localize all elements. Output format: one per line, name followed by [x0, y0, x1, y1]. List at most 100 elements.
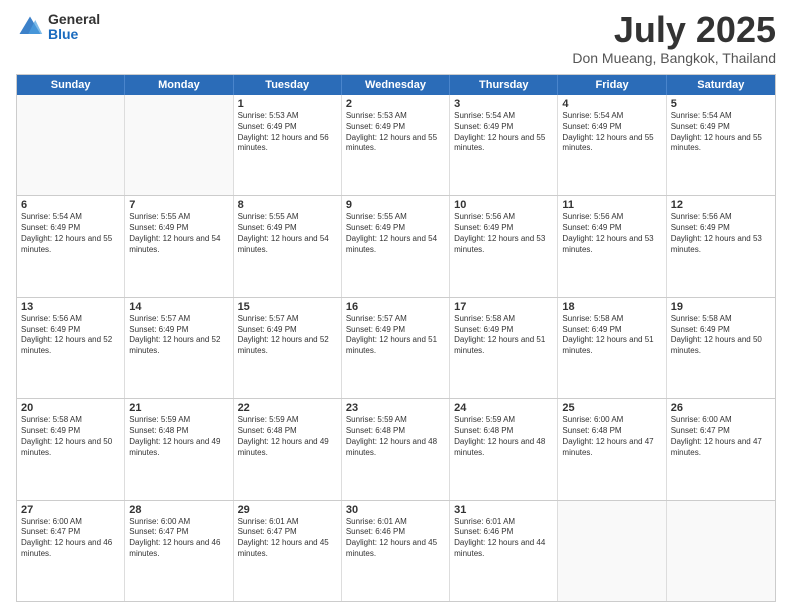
calendar-cell: 30Sunrise: 6:01 AMSunset: 6:46 PMDayligh… — [342, 501, 450, 601]
logo-blue-text: Blue — [48, 27, 100, 42]
cell-info: Sunrise: 5:54 AMSunset: 6:49 PMDaylight:… — [21, 212, 120, 255]
cell-info: Sunrise: 5:55 AMSunset: 6:49 PMDaylight:… — [346, 212, 445, 255]
day-number: 3 — [454, 98, 553, 110]
calendar-week-row: 6Sunrise: 5:54 AMSunset: 6:49 PMDaylight… — [17, 195, 775, 296]
cell-info: Sunrise: 5:57 AMSunset: 6:49 PMDaylight:… — [238, 314, 337, 357]
calendar-cell: 22Sunrise: 5:59 AMSunset: 6:48 PMDayligh… — [234, 399, 342, 499]
day-number: 17 — [454, 301, 553, 313]
day-number: 6 — [21, 199, 120, 211]
calendar-cell: 9Sunrise: 5:55 AMSunset: 6:49 PMDaylight… — [342, 196, 450, 296]
cell-info: Sunrise: 5:58 AMSunset: 6:49 PMDaylight:… — [21, 415, 120, 458]
day-of-week-header: Sunday — [17, 75, 125, 95]
logo: General Blue — [16, 12, 100, 43]
calendar-cell: 7Sunrise: 5:55 AMSunset: 6:49 PMDaylight… — [125, 196, 233, 296]
calendar: SundayMondayTuesdayWednesdayThursdayFrid… — [16, 74, 776, 602]
calendar-cell: 2Sunrise: 5:53 AMSunset: 6:49 PMDaylight… — [342, 95, 450, 195]
cell-info: Sunrise: 5:54 AMSunset: 6:49 PMDaylight:… — [454, 111, 553, 154]
logo-text: General Blue — [48, 12, 100, 43]
calendar-cell: 6Sunrise: 5:54 AMSunset: 6:49 PMDaylight… — [17, 196, 125, 296]
cell-info: Sunrise: 5:59 AMSunset: 6:48 PMDaylight:… — [238, 415, 337, 458]
cell-info: Sunrise: 6:01 AMSunset: 6:46 PMDaylight:… — [454, 517, 553, 560]
day-number: 29 — [238, 504, 337, 516]
day-number: 9 — [346, 199, 445, 211]
calendar-cell: 20Sunrise: 5:58 AMSunset: 6:49 PMDayligh… — [17, 399, 125, 499]
cell-info: Sunrise: 5:57 AMSunset: 6:49 PMDaylight:… — [346, 314, 445, 357]
logo-icon — [16, 13, 44, 41]
day-number: 16 — [346, 301, 445, 313]
day-number: 7 — [129, 199, 228, 211]
calendar-cell: 23Sunrise: 5:59 AMSunset: 6:48 PMDayligh… — [342, 399, 450, 499]
cell-info: Sunrise: 5:56 AMSunset: 6:49 PMDaylight:… — [562, 212, 661, 255]
day-number: 27 — [21, 504, 120, 516]
header-right: July 2025 Don Mueang, Bangkok, Thailand — [572, 12, 776, 66]
day-of-week-header: Tuesday — [234, 75, 342, 95]
calendar-week-row: 1 Sunrise: 5:53 AMSunset: 6:49 PMDaylight… — [17, 95, 775, 195]
page: General Blue July 2025 Don Mueang, Bangk… — [0, 0, 792, 612]
cell-info: Sunrise: 5:54 AMSunset: 6:49 PMDaylight:… — [562, 111, 661, 154]
calendar-week-row: 27 Sunrise: 6:00 AMSunset: 6:47 PMDayligh… — [17, 500, 775, 601]
header: General Blue July 2025 Don Mueang, Bangk… — [16, 12, 776, 66]
cell-info: Sunrise: 5:58 AMSunset: 6:49 PMDaylight:… — [454, 314, 553, 357]
day-number: 19 — [671, 301, 771, 313]
day-number: 8 — [238, 199, 337, 211]
calendar-week-row: 20Sunrise: 5:58 AMSunset: 6:49 PMDayligh… — [17, 398, 775, 499]
day-number: 10 — [454, 199, 553, 211]
cell-info: Sunrise: 5:59 AMSunset: 6:48 PMDaylight:… — [129, 415, 228, 458]
calendar-week-row: 13Sunrise: 5:56 AMSunset: 6:49 PMDayligh… — [17, 297, 775, 398]
day-number: 26 — [671, 402, 771, 414]
day-number: 30 — [346, 504, 445, 516]
logo-general-text: General — [48, 12, 100, 27]
day-number: 22 — [238, 402, 337, 414]
cell-info: Sunrise: 5:58 AMSunset: 6:49 PMDaylight:… — [671, 314, 771, 357]
day-number: 1 — [238, 98, 337, 110]
calendar-cell: 27Sunrise: 6:00 AMSunset: 6:47 PMDayligh… — [17, 501, 125, 601]
calendar-cell: 16Sunrise: 5:57 AMSunset: 6:49 PMDayligh… — [342, 298, 450, 398]
cell-info: Sunrise: 6:00 AMSunset: 6:48 PMDaylight:… — [562, 415, 661, 458]
location: Don Mueang, Bangkok, Thailand — [572, 50, 776, 66]
calendar-cell: 26Sunrise: 6:00 AMSunset: 6:47 PMDayligh… — [667, 399, 775, 499]
cell-info: Sunrise: 6:00 AMSunset: 6:47 PMDaylight:… — [129, 517, 228, 560]
day-number: 12 — [671, 199, 771, 211]
calendar-cell — [125, 95, 233, 195]
calendar-cell: 28Sunrise: 6:00 AMSunset: 6:47 PMDayligh… — [125, 501, 233, 601]
calendar-cell: 21Sunrise: 5:59 AMSunset: 6:48 PMDayligh… — [125, 399, 233, 499]
calendar-cell: 29Sunrise: 6:01 AMSunset: 6:47 PMDayligh… — [234, 501, 342, 601]
calendar-body: 1 Sunrise: 5:53 AMSunset: 6:49 PMDaylight… — [17, 95, 775, 601]
calendar-cell: 13Sunrise: 5:56 AMSunset: 6:49 PMDayligh… — [17, 298, 125, 398]
cell-info: Sunrise: 6:01 AMSunset: 6:47 PMDaylight:… — [238, 517, 337, 560]
day-number: 14 — [129, 301, 228, 313]
calendar-cell: 3Sunrise: 5:54 AMSunset: 6:49 PMDaylight… — [450, 95, 558, 195]
calendar-cell: 4Sunrise: 5:54 AMSunset: 6:49 PMDaylight… — [558, 95, 666, 195]
calendar-cell: 14Sunrise: 5:57 AMSunset: 6:49 PMDayligh… — [125, 298, 233, 398]
day-of-week-header: Friday — [558, 75, 666, 95]
cell-info: Sunrise: 5:56 AMSunset: 6:49 PMDaylight:… — [671, 212, 771, 255]
cell-info: Sunrise: 5:59 AMSunset: 6:48 PMDaylight:… — [346, 415, 445, 458]
calendar-cell: 31Sunrise: 6:01 AMSunset: 6:46 PMDayligh… — [450, 501, 558, 601]
calendar-cell: 5Sunrise: 5:54 AMSunset: 6:49 PMDaylight… — [667, 95, 775, 195]
cell-info: Sunrise: 5:55 AMSunset: 6:49 PMDaylight:… — [238, 212, 337, 255]
cell-info: Sunrise: 6:01 AMSunset: 6:46 PMDaylight:… — [346, 517, 445, 560]
day-number: 31 — [454, 504, 553, 516]
day-number: 28 — [129, 504, 228, 516]
day-number: 13 — [21, 301, 120, 313]
calendar-cell: 8Sunrise: 5:55 AMSunset: 6:49 PMDaylight… — [234, 196, 342, 296]
cell-info: Sunrise: 5:57 AMSunset: 6:49 PMDaylight:… — [129, 314, 228, 357]
calendar-cell — [17, 95, 125, 195]
calendar-cell: 10Sunrise: 5:56 AMSunset: 6:49 PMDayligh… — [450, 196, 558, 296]
calendar-cell: 12Sunrise: 5:56 AMSunset: 6:49 PMDayligh… — [667, 196, 775, 296]
day-number: 21 — [129, 402, 228, 414]
calendar-cell: 24Sunrise: 5:59 AMSunset: 6:48 PMDayligh… — [450, 399, 558, 499]
calendar-cell: 11Sunrise: 5:56 AMSunset: 6:49 PMDayligh… — [558, 196, 666, 296]
calendar-cell — [558, 501, 666, 601]
calendar-cell: 19Sunrise: 5:58 AMSunset: 6:49 PMDayligh… — [667, 298, 775, 398]
day-number: 18 — [562, 301, 661, 313]
day-number: 4 — [562, 98, 661, 110]
cell-info: Sunrise: 5:53 AMSunset: 6:49 PMDaylight:… — [346, 111, 445, 154]
cell-info: Sunrise: 5:54 AMSunset: 6:49 PMDaylight:… — [671, 111, 771, 154]
cell-info: Sunrise: 5:58 AMSunset: 6:49 PMDaylight:… — [562, 314, 661, 357]
day-number: 5 — [671, 98, 771, 110]
calendar-cell: 25Sunrise: 6:00 AMSunset: 6:48 PMDayligh… — [558, 399, 666, 499]
day-number: 23 — [346, 402, 445, 414]
day-number: 15 — [238, 301, 337, 313]
cell-info: Sunrise: 5:56 AMSunset: 6:49 PMDaylight:… — [21, 314, 120, 357]
